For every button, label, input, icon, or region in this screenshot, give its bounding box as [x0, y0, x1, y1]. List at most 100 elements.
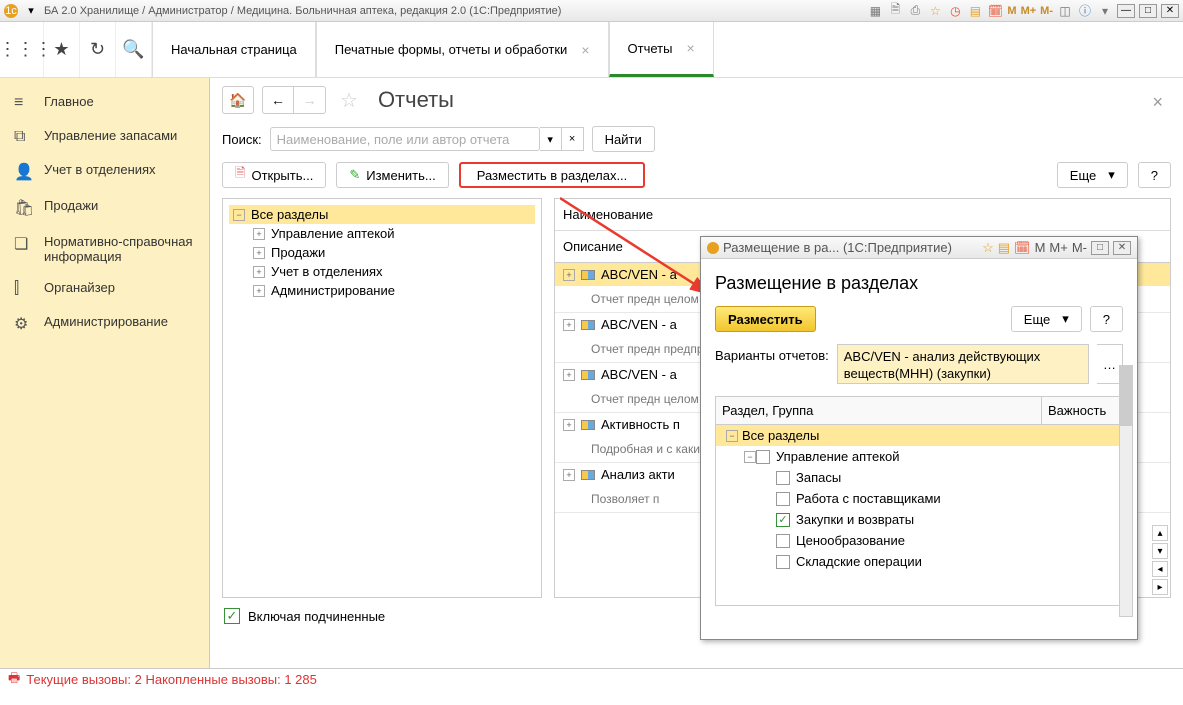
- tab-print-forms[interactable]: Печатные формы, отчеты и обработки ×: [316, 22, 609, 77]
- search-icon[interactable]: 🔍: [116, 22, 152, 77]
- calc-icon[interactable]: ▤: [998, 240, 1010, 256]
- place-button[interactable]: Разместить: [715, 306, 816, 332]
- close-button[interactable]: ✕: [1161, 4, 1179, 18]
- scroll-up-icon[interactable]: ▴: [1152, 525, 1168, 541]
- dialog-body: Размещение в разделах Разместить Еще▾ ? …: [701, 259, 1137, 620]
- table-row[interactable]: Ценообразование: [716, 530, 1122, 551]
- dialog-maximize-button[interactable]: □: [1091, 241, 1109, 255]
- dialog-scrollbar[interactable]: [1119, 365, 1133, 617]
- scroll-right-icon[interactable]: ▸: [1152, 579, 1168, 595]
- dialog-close-button[interactable]: ✕: [1113, 241, 1131, 255]
- m-label[interactable]: M: [1035, 240, 1046, 255]
- help-button[interactable]: ?: [1138, 162, 1171, 188]
- clock-icon[interactable]: ◷: [947, 3, 963, 19]
- panel-icon[interactable]: ◫: [1057, 3, 1073, 19]
- sidebar-item-reference[interactable]: ❏Нормативно-справочная информация: [0, 226, 209, 272]
- close-page-icon[interactable]: ×: [1152, 92, 1163, 113]
- cal-icon[interactable]: 🗓: [1014, 240, 1031, 256]
- star-icon[interactable]: ☆: [927, 3, 943, 19]
- expand-icon[interactable]: +: [563, 419, 575, 431]
- apps-icon[interactable]: ⋮⋮⋮: [8, 22, 44, 77]
- sidebar-item-admin[interactable]: ⚙Администрирование: [0, 306, 209, 342]
- table-row[interactable]: Складские операции: [716, 551, 1122, 572]
- expand-icon[interactable]: +: [563, 369, 575, 381]
- sidebar-item-accounting[interactable]: 👤Учет в отделениях: [0, 154, 209, 190]
- m-minus-label[interactable]: M-: [1072, 240, 1087, 255]
- forward-button[interactable]: →: [294, 86, 326, 114]
- info-icon[interactable]: ⓘ: [1077, 3, 1093, 19]
- dialog-more-button[interactable]: Еще▾: [1011, 306, 1082, 332]
- tab-start[interactable]: Начальная страница: [152, 22, 316, 77]
- checkbox[interactable]: [776, 492, 790, 506]
- table-row[interactable]: Работа с поставщиками: [716, 488, 1122, 509]
- minimize-button[interactable]: —: [1117, 4, 1135, 18]
- tree-node[interactable]: +Администрирование: [249, 281, 535, 300]
- grid-icon[interactable]: ▦: [867, 3, 883, 19]
- tree-node[interactable]: +Управление аптекой: [249, 224, 535, 243]
- expand-icon[interactable]: +: [253, 266, 265, 278]
- page-title: Отчеты: [378, 87, 454, 113]
- m-minus-label[interactable]: M-: [1040, 5, 1053, 17]
- cal-icon[interactable]: 🗓: [987, 3, 1003, 19]
- search-clear-icon[interactable]: ×: [562, 127, 584, 151]
- star-icon[interactable]: ☆: [982, 240, 994, 256]
- table-row[interactable]: − Управление аптекой: [716, 446, 1122, 467]
- expand-icon[interactable]: +: [253, 247, 265, 259]
- table-row-root[interactable]: − Все разделы: [716, 425, 1122, 446]
- more-button[interactable]: Еще▾: [1057, 162, 1128, 188]
- place-in-sections-button[interactable]: Разместить в разделах...: [459, 162, 646, 188]
- sidebar-item-sales[interactable]: 🛍Продажи: [0, 190, 209, 226]
- find-button[interactable]: Найти: [592, 126, 655, 152]
- expand-icon[interactable]: +: [563, 269, 575, 281]
- include-sub-checkbox[interactable]: ✓: [224, 608, 240, 624]
- m-plus-label[interactable]: M+: [1021, 5, 1037, 17]
- collapse-icon[interactable]: −: [726, 430, 738, 442]
- tree-node[interactable]: +Учет в отделениях: [249, 262, 535, 281]
- favorite-icon[interactable]: ★: [44, 22, 80, 77]
- checkbox[interactable]: [776, 471, 790, 485]
- table-row[interactable]: Запасы: [716, 467, 1122, 488]
- home-button[interactable]: 🏠: [222, 86, 254, 114]
- info-drop-icon[interactable]: ▾: [1097, 3, 1113, 19]
- edit-button[interactable]: ✎Изменить...: [336, 162, 448, 188]
- table-row[interactable]: ✓Закупки и возвраты: [716, 509, 1122, 530]
- checkbox[interactable]: ✓: [776, 513, 790, 527]
- tree-root[interactable]: −Все разделы: [229, 205, 535, 224]
- checkbox[interactable]: [776, 555, 790, 569]
- expand-icon[interactable]: +: [563, 319, 575, 331]
- m-label[interactable]: M: [1007, 5, 1016, 17]
- sidebar-item-organizer[interactable]: ⫿Органайзер: [0, 272, 209, 306]
- search-dropdown-icon[interactable]: ▾: [540, 127, 562, 151]
- expand-icon[interactable]: +: [563, 469, 575, 481]
- back-button[interactable]: ←: [262, 86, 294, 114]
- content-header: 🏠 ← → ☆ Отчеты: [210, 78, 1183, 122]
- open-button[interactable]: 🗎Открыть...: [222, 162, 326, 188]
- expand-icon[interactable]: +: [253, 228, 265, 240]
- scroll-left-icon[interactable]: ◂: [1152, 561, 1168, 577]
- maximize-button[interactable]: □: [1139, 4, 1157, 18]
- print-icon[interactable]: ⎙: [907, 3, 923, 19]
- expand-icon[interactable]: +: [253, 285, 265, 297]
- scrollbar-thumb[interactable]: [1120, 366, 1132, 426]
- search-input[interactable]: Наименование, поле или автор отчета: [270, 127, 540, 151]
- tab-reports[interactable]: Отчеты×: [609, 22, 714, 77]
- dialog-help-button[interactable]: ?: [1090, 306, 1123, 332]
- close-icon[interactable]: ×: [686, 40, 694, 56]
- history-icon[interactable]: ↻: [80, 22, 116, 77]
- dropdown-icon[interactable]: ▾: [24, 4, 38, 18]
- tab-print-label: Печатные формы, отчеты и обработки: [335, 42, 568, 57]
- checkbox[interactable]: [776, 534, 790, 548]
- m-plus-label[interactable]: M+: [1049, 240, 1067, 255]
- collapse-icon[interactable]: −: [233, 209, 245, 221]
- scroll-down-icon[interactable]: ▾: [1152, 543, 1168, 559]
- sidebar-item-main[interactable]: ≡Главное: [0, 86, 209, 120]
- star-icon[interactable]: ☆: [340, 88, 358, 113]
- doc-icon[interactable]: 🗎: [887, 3, 903, 19]
- variants-field[interactable]: ABC/VEN - анализ действующих веществ(МНН…: [837, 344, 1089, 384]
- calc-icon[interactable]: ▤: [967, 3, 983, 19]
- sidebar-item-inventory[interactable]: ⧉Управление запасами: [0, 120, 209, 154]
- tree-node[interactable]: +Продажи: [249, 243, 535, 262]
- checkbox[interactable]: [756, 450, 770, 464]
- collapse-icon[interactable]: −: [744, 451, 756, 463]
- close-icon[interactable]: ×: [581, 42, 589, 58]
